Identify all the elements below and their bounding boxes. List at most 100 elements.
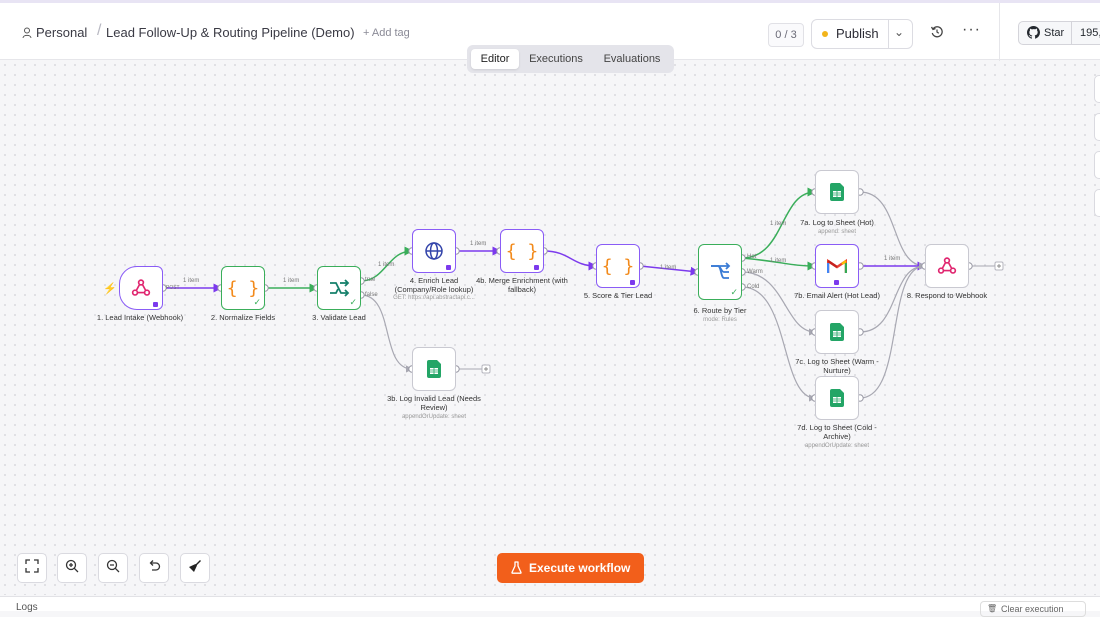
tab-executions[interactable]: Executions bbox=[523, 49, 589, 69]
edge-label: 1 item bbox=[660, 265, 677, 271]
edge-label-warm: Warm bbox=[747, 269, 763, 275]
node-log-cold[interactable] bbox=[815, 376, 859, 420]
workflow-canvas[interactable] bbox=[0, 60, 1100, 595]
tab-evaluations[interactable]: Evaluations bbox=[595, 49, 669, 69]
tab-editor[interactable]: Editor bbox=[471, 49, 519, 69]
success-check-icon: ✓ bbox=[253, 297, 261, 307]
edge-label-post: POST bbox=[166, 285, 180, 291]
google-sheets-icon bbox=[816, 311, 858, 353]
side-panel-toggle[interactable] bbox=[1094, 75, 1100, 103]
zoom-in-icon bbox=[65, 559, 79, 578]
node-normalize-fields[interactable]: { } ✓ bbox=[221, 266, 265, 310]
flask-icon bbox=[511, 561, 522, 577]
version-counter: 0 / 3 bbox=[768, 23, 804, 47]
google-sheets-icon bbox=[413, 348, 455, 390]
github-icon bbox=[1027, 26, 1040, 44]
node-label: 2. Normalize Fields bbox=[210, 313, 276, 322]
success-check-icon: ✓ bbox=[349, 297, 357, 307]
pin-icon bbox=[630, 280, 635, 285]
node-subtitle: GET: https://api.abstractapi.c... bbox=[393, 295, 475, 301]
edge-label-cold: Cold bbox=[747, 284, 760, 290]
node-log-warm[interactable] bbox=[815, 310, 859, 354]
google-sheets-icon bbox=[816, 171, 858, 213]
zoom-in-button[interactable] bbox=[57, 553, 87, 583]
add-tag-button[interactable]: + Add tag bbox=[363, 27, 410, 39]
breadcrumb-workspace[interactable]: Personal bbox=[36, 25, 87, 40]
github-star-label: Star bbox=[1044, 27, 1065, 39]
history-icon[interactable] bbox=[930, 25, 946, 41]
node-lead-intake[interactable] bbox=[119, 266, 163, 310]
fit-view-icon bbox=[25, 558, 39, 578]
pin-icon bbox=[834, 280, 839, 285]
node-label: 1. Lead Intake (Webhook) bbox=[96, 313, 184, 322]
node-label: 3. Validate Lead bbox=[312, 313, 366, 322]
publish-button[interactable]: Publish ⌄ bbox=[811, 19, 913, 49]
publish-label: Publish bbox=[836, 26, 879, 41]
node-enrich-lead[interactable] bbox=[412, 229, 456, 273]
node-subtitle: appendOrUpdate: sheet bbox=[401, 414, 467, 420]
undo-icon bbox=[147, 559, 161, 578]
edge-label: 1 item bbox=[770, 258, 787, 264]
pin-icon bbox=[534, 265, 539, 270]
node-label: 4b. Merge Enrichment (with fallback) bbox=[476, 276, 568, 294]
node-subtitle: append: sheet bbox=[817, 229, 857, 235]
node-score-tier[interactable]: { } bbox=[596, 244, 640, 288]
webhook-icon bbox=[926, 245, 968, 287]
node-label: 8. Respond to Webhook bbox=[906, 291, 988, 300]
execute-workflow-button[interactable]: Execute workflow bbox=[497, 553, 644, 583]
zoom-out-icon bbox=[106, 559, 120, 578]
pin-icon bbox=[153, 302, 158, 307]
trigger-bolt-icon: ⚡ bbox=[103, 283, 117, 295]
edge-label: 1 item bbox=[183, 278, 200, 284]
edge-label: 1 item bbox=[283, 278, 300, 284]
header-divider bbox=[999, 3, 1000, 61]
node-route-by-tier[interactable]: ✓ bbox=[698, 244, 742, 300]
side-panel-toggle[interactable] bbox=[1094, 189, 1100, 217]
edge-label: 1 item bbox=[884, 256, 901, 262]
node-email-alert[interactable] bbox=[815, 244, 859, 288]
node-merge-enrichment[interactable]: { } bbox=[500, 229, 544, 273]
reset-zoom-button[interactable] bbox=[139, 553, 169, 583]
view-tabs: Editor Executions Evaluations bbox=[467, 45, 674, 73]
edge-label-true: true bbox=[365, 277, 376, 283]
trash-icon: 🗑 bbox=[987, 604, 998, 613]
success-check-icon: ✓ bbox=[730, 287, 738, 297]
publish-divider bbox=[888, 20, 889, 48]
github-star-button[interactable]: Star 195,1 bbox=[1018, 21, 1100, 45]
edge-label-hot: Hot bbox=[747, 254, 757, 260]
node-subtitle: appendOrUpdate: sheet bbox=[804, 443, 870, 449]
tidy-up-button[interactable] bbox=[180, 553, 210, 583]
broom-icon bbox=[188, 559, 202, 578]
side-panel-toggle[interactable] bbox=[1094, 151, 1100, 179]
node-label: 7a. Log to Sheet (Hot) bbox=[800, 218, 874, 227]
node-log-invalid[interactable] bbox=[412, 347, 456, 391]
edge-label: 1 item bbox=[770, 221, 787, 227]
github-star-section[interactable]: Star bbox=[1019, 22, 1072, 44]
node-label: 7d. Log to Sheet (Cold - Archive) bbox=[797, 423, 877, 441]
more-options-icon[interactable]: ··· bbox=[962, 21, 981, 39]
node-validate-lead[interactable]: ✓ bbox=[317, 266, 361, 310]
breadcrumb-separator: / bbox=[97, 22, 102, 39]
github-star-count: 195,1 bbox=[1080, 27, 1100, 39]
fit-view-button[interactable] bbox=[17, 553, 47, 583]
workflow-title[interactable]: Lead Follow-Up & Routing Pipeline (Demo) bbox=[106, 25, 355, 40]
zoom-out-button[interactable] bbox=[98, 553, 128, 583]
side-panel-toggle[interactable] bbox=[1094, 113, 1100, 141]
clear-execution-button[interactable]: 🗑 Clear execution bbox=[980, 601, 1086, 617]
pin-icon bbox=[446, 265, 451, 270]
node-label: 5. Score & Tier Lead bbox=[583, 291, 653, 300]
node-log-hot[interactable] bbox=[815, 170, 859, 214]
node-label: 4. Enrich Lead (Company/Role lookup) bbox=[394, 276, 474, 294]
node-respond-webhook[interactable] bbox=[925, 244, 969, 288]
logs-label[interactable]: Logs bbox=[16, 602, 38, 613]
node-subtitle: mode: Rules bbox=[703, 317, 737, 323]
edge-label-false: false bbox=[365, 292, 378, 298]
execute-workflow-label: Execute workflow bbox=[529, 561, 631, 575]
node-label: 7b. Email Alert (Hot Lead) bbox=[794, 291, 880, 300]
edge-label: 1 item bbox=[378, 262, 395, 268]
clear-execution-label: Clear execution bbox=[1001, 604, 1064, 614]
google-sheets-icon bbox=[816, 377, 858, 419]
edge-label: 1 item bbox=[470, 241, 487, 247]
logs-panel-bar[interactable]: Logs 🗑 Clear execution bbox=[0, 596, 1100, 617]
chevron-down-icon[interactable]: ⌄ bbox=[894, 25, 904, 39]
